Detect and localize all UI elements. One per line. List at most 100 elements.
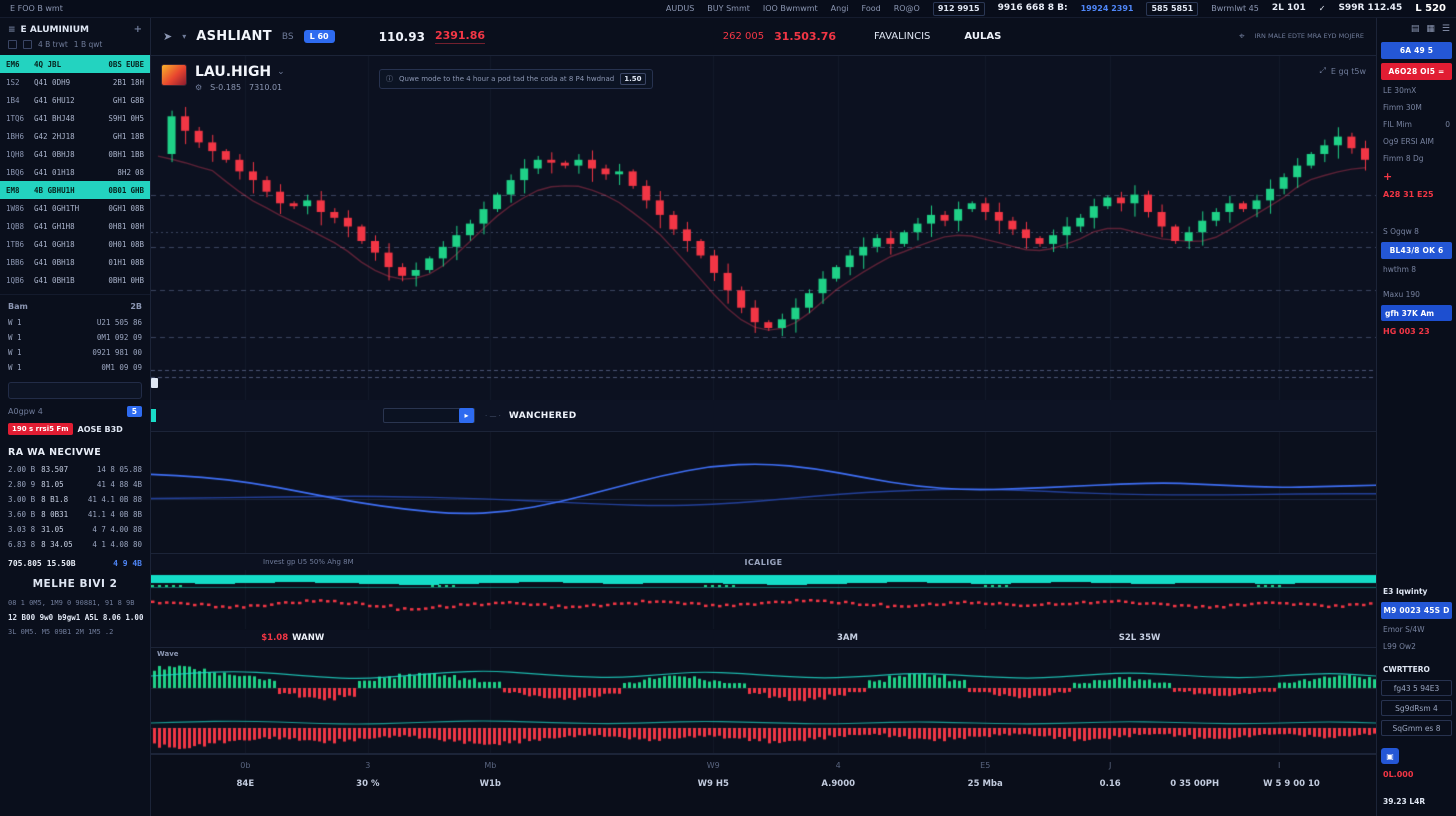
ticker-item[interactable]: 912 9915 (933, 2, 985, 16)
sidebar-footer-row: 3L 0M5. M5 09B1 2M 1M5 .2 (0, 625, 150, 639)
row-a-badge[interactable]: 5 (127, 406, 142, 417)
panel-blue-button[interactable]: M9 0023 45S D (1381, 602, 1452, 619)
ticker-item: S99R 112.45 (1338, 4, 1402, 13)
watchlist-row[interactable]: 1TB6G41 0GH180H0108B (0, 235, 150, 253)
grid-view-icon[interactable] (23, 40, 32, 49)
watchlist-row[interactable]: 1QB6G41 0BH1B0BH10HB (0, 271, 150, 289)
ticker-item[interactable]: 19924 2391 (1081, 5, 1134, 13)
stat-label: W 1 (8, 318, 22, 327)
cursor-icon[interactable]: ➤ (163, 30, 172, 43)
chevron-down-icon[interactable]: ⌄ (277, 67, 285, 77)
watchlist-cell: EUBE (126, 60, 144, 69)
watchlist-cell: Q41 0DH9 (34, 78, 109, 87)
watchlist-row[interactable]: 1BH6G42 2HJ18GH118B (0, 127, 150, 145)
axis-tick-label: J (1109, 761, 1111, 770)
add-symbol-icon[interactable]: + (134, 24, 142, 35)
grid-icon[interactable]: ▦ (1426, 24, 1435, 34)
sidebar-footer-row: 08 1 0M5, 1M9 0 90881, 91 8 9B (0, 596, 150, 610)
tab-favorites[interactable]: FAVALINCIS (874, 31, 930, 42)
watchlist-cell: GHB (130, 186, 144, 195)
watchlist-row[interactable]: 1W86G41 0GH1TH0GH108B (0, 199, 150, 217)
watchlist-title: E ALUMINIUM (21, 25, 89, 35)
chevron-down-icon[interactable]: ▾ (182, 32, 186, 41)
sell-button[interactable]: A6O28 OI5 = (1381, 63, 1452, 80)
watchlist-cell: 0B01 (108, 186, 126, 195)
watchlist-row[interactable]: 1TQ6G41 BHJ48S9H10H5 (0, 109, 150, 127)
info-icon: ⓘ (386, 74, 393, 84)
target-icon[interactable]: ⌖ (1239, 31, 1245, 42)
axis-value-label: 0.16 (1100, 779, 1121, 789)
watchlist-row[interactable]: 1BQ6G41 01H188H208 (0, 163, 150, 181)
selected-preset[interactable]: gfh 37K Am (1381, 305, 1452, 321)
panel-label-strong: 39.23 L4R (1381, 795, 1452, 808)
panel-label: Fimm 30M (1381, 101, 1452, 114)
watchlist-row[interactable]: EM84B GBHU1H0B01GHB (0, 181, 150, 199)
watchlist-cell: 1S2 (6, 78, 30, 87)
panel-outline-button[interactable]: fg43 5 94E3 (1381, 680, 1452, 696)
watchlist-cell: 0HB (130, 276, 144, 285)
watchlist-cell: 1B4 (6, 96, 30, 105)
sidebar-row-a: A0gpw 4 5 (0, 403, 150, 420)
watchlist-row[interactable]: 1QH8G41 0BHJ80BH11BB (0, 145, 150, 163)
timeframe-chip[interactable]: L 60 (304, 30, 335, 43)
apply-button[interactable]: ▸ (459, 408, 474, 423)
watchlist-cell: 2B1 (113, 78, 127, 87)
watchlist-rows: EM64Q JBL0BSEUBE1S2Q41 0DH92B118H1B4G41 … (0, 55, 150, 289)
watchlist-cell: 08B (130, 204, 144, 213)
row-b-badge[interactable]: 190 s rrsi5 Fm (8, 423, 73, 435)
panel-blue-button[interactable]: BL43/8 OK 6 (1381, 242, 1452, 259)
sidebar-footer-row: 12 B00 9w0 b9gw1 A5L 8.06 1.00 (0, 610, 150, 625)
chart-symbol-title[interactable]: LAU.HIGH (195, 64, 271, 80)
data-cell: 41 4.1 0B 88 (88, 495, 142, 504)
panel-outline-button[interactable]: Sg9dRsm 4 (1381, 700, 1452, 716)
add-order-icon[interactable]: + (1381, 169, 1452, 184)
candlestick-chart-canvas[interactable] (151, 56, 1376, 400)
gear-icon[interactable]: ⚙ (195, 83, 202, 92)
band-oscillator-canvas[interactable] (151, 570, 1376, 629)
menu-icon[interactable]: ≡ (8, 25, 16, 35)
watchlist-row[interactable]: 1QB8G41 GH1H80H8108H (0, 217, 150, 235)
toolbar-note: IRN MALE EDTE MRA EYD MOJERE (1255, 32, 1364, 40)
ticker-item[interactable]: ✓ (1319, 5, 1326, 13)
watchlist-row[interactable]: 1B4G41 6HU12GH1G8B (0, 91, 150, 109)
buy-button[interactable]: 6A 49 5 (1381, 42, 1452, 59)
watchlist-row[interactable]: 1BB6G41 0BH1801H108B (0, 253, 150, 271)
chart-sub-a: S-0.185 (210, 83, 241, 92)
kv-value: 0 (1445, 120, 1450, 129)
list-view-icon[interactable] (8, 40, 17, 49)
top-ticker-bar: E FOO B wmtAUDUSBUY SmmtIOO BwmwmtAngiFo… (0, 0, 1456, 18)
symbol-name[interactable]: ASHLIANT (196, 29, 272, 44)
tab-alerts[interactable]: AULAS (964, 31, 1001, 42)
panel-label: LE 30mX (1381, 84, 1452, 97)
symbol-thumbnail-icon (161, 64, 187, 86)
stat-value: 0921 981 00 (92, 348, 142, 357)
watchlist-row[interactable]: EM64Q JBL0BSEUBE (0, 55, 150, 73)
watchlist-row[interactable]: 1S2Q41 0DH92B118H (0, 73, 150, 91)
panel-outline-button[interactable]: SqGmm es 8 (1381, 720, 1452, 736)
pane-separator-strip: ▸ · — · WANCHERED (151, 400, 1376, 432)
watchlist-cell: 0BH1 (108, 150, 126, 159)
wave-histogram-canvas[interactable] (151, 648, 1376, 753)
row-b-label: AOSE B3D (78, 425, 123, 434)
expand-icon[interactable]: ⤢ (1320, 66, 1326, 76)
notice-text: Quwe mode to the 4 hour a pod tad the co… (399, 75, 614, 83)
line-indicator-canvas[interactable] (151, 432, 1376, 553)
layout-icon[interactable]: ▤ (1411, 24, 1420, 34)
inline-search-input[interactable]: ▸ (383, 408, 475, 423)
sidebar-filter-field[interactable] (8, 382, 142, 399)
wave-histogram-pane: Wave (151, 648, 1376, 754)
timeframe-label[interactable]: BS (282, 32, 294, 42)
axis-tick-label: 3 (365, 761, 370, 770)
notice-badge[interactable]: 1.50 (620, 73, 645, 85)
ticker-item[interactable]: 585 5851 (1146, 2, 1198, 16)
corner-label: E gq t5w (1331, 67, 1366, 76)
watchlist-cell: 1BQ6 (6, 168, 30, 177)
watchlist-cell: G41 0GH1TH (34, 204, 104, 213)
axis-tick-label: W9 (707, 761, 720, 770)
separator-dots: · — · (485, 412, 501, 420)
panel-icon-button[interactable]: ▣ (1381, 748, 1399, 764)
menu-icon[interactable]: ☰ (1442, 24, 1450, 34)
section-value: 2B (130, 302, 142, 311)
band-oscillator-labels: $1.08 WANW 3AM S2L 35W (151, 630, 1376, 648)
data-cell: 4 7 4.00 88 (92, 525, 142, 534)
